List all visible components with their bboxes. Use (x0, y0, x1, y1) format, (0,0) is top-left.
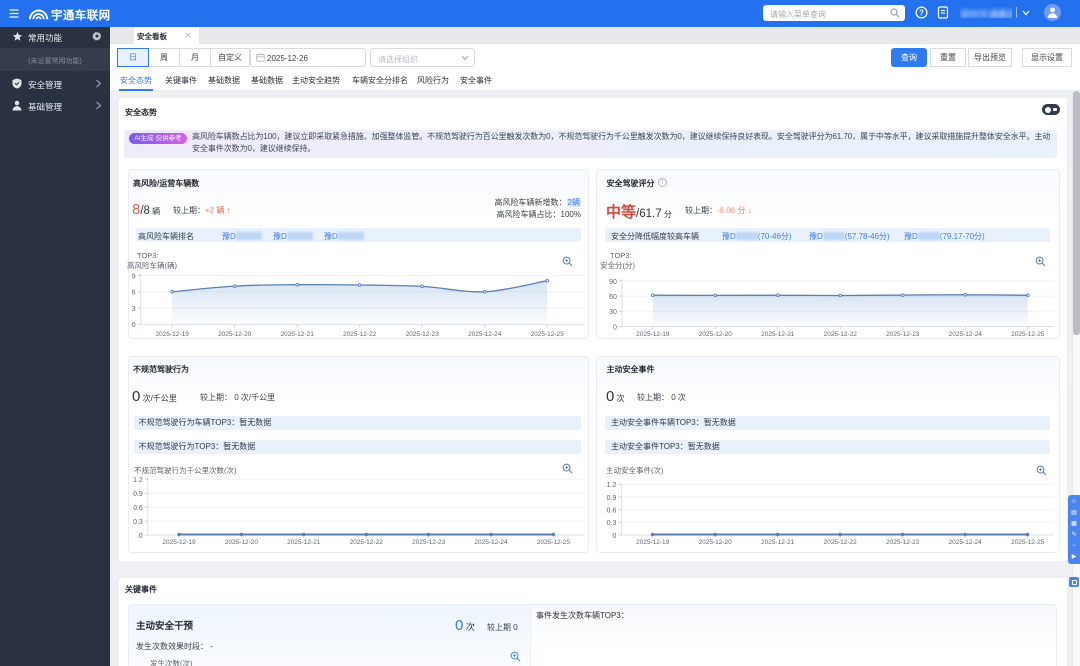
svg-text:1.2: 1.2 (607, 482, 617, 489)
svg-text:2025-12-22: 2025-12-22 (350, 539, 384, 546)
svg-text:1.2: 1.2 (133, 477, 143, 484)
svg-text:2025-12-21: 2025-12-21 (761, 331, 795, 338)
svg-text:2025-12-22: 2025-12-22 (824, 331, 858, 338)
svg-text:0: 0 (613, 324, 617, 331)
svg-text:0: 0 (139, 533, 143, 540)
svg-text:2025-12-24: 2025-12-24 (948, 539, 982, 546)
svg-text:2025-12-25: 2025-12-25 (1011, 539, 1045, 546)
svg-text:2025-12-20: 2025-12-20 (218, 331, 252, 338)
svg-text:2025-12-24: 2025-12-24 (474, 539, 508, 546)
svg-text:2025-12-21: 2025-12-21 (761, 539, 795, 546)
svg-text:0.9: 0.9 (607, 495, 617, 502)
svg-text:2025-12-21: 2025-12-21 (287, 539, 321, 546)
svg-text:6: 6 (132, 290, 136, 297)
svg-text:2025-12-23: 2025-12-23 (406, 331, 440, 338)
svg-text:0: 0 (612, 533, 616, 540)
svg-text:2025-12-23: 2025-12-23 (412, 539, 446, 546)
svg-text:2025-12-24: 2025-12-24 (468, 331, 502, 338)
svg-text:30: 30 (609, 309, 617, 316)
svg-text:2025-12-20: 2025-12-20 (698, 539, 732, 546)
svg-text:0.6: 0.6 (607, 508, 617, 515)
svg-text:0: 0 (132, 322, 136, 329)
svg-text:0.9: 0.9 (133, 491, 143, 498)
svg-text:2025-12-20: 2025-12-20 (225, 539, 259, 546)
svg-text:2025-12-19: 2025-12-19 (636, 539, 670, 546)
svg-text:2025-12-22: 2025-12-22 (343, 331, 377, 338)
svg-text:3: 3 (132, 306, 136, 313)
svg-text:0.6: 0.6 (133, 505, 143, 512)
svg-text:2025-12-20: 2025-12-20 (699, 331, 733, 338)
svg-text:2025-12-19: 2025-12-19 (636, 331, 670, 338)
svg-text:2025-12-25: 2025-12-25 (531, 331, 565, 338)
svg-text:2025-12-23: 2025-12-23 (886, 331, 920, 338)
svg-text:60: 60 (609, 294, 617, 301)
svg-text:2025-12-19: 2025-12-19 (162, 539, 196, 546)
svg-text:2025-12-22: 2025-12-22 (823, 539, 857, 546)
svg-text:0.3: 0.3 (133, 519, 143, 526)
svg-text:0.3: 0.3 (607, 520, 617, 527)
svg-text:2025-12-21: 2025-12-21 (281, 331, 315, 338)
svg-text:2025-12-24: 2025-12-24 (949, 331, 983, 338)
svg-text:9: 9 (132, 273, 136, 280)
svg-text:90: 90 (609, 279, 617, 286)
svg-text:2025-12-25: 2025-12-25 (1011, 331, 1045, 338)
svg-text:2025-12-19: 2025-12-19 (156, 331, 190, 338)
svg-text:2025-12-25: 2025-12-25 (537, 539, 571, 546)
svg-text:?: ? (919, 8, 924, 17)
svg-text:2025-12-23: 2025-12-23 (886, 539, 920, 546)
